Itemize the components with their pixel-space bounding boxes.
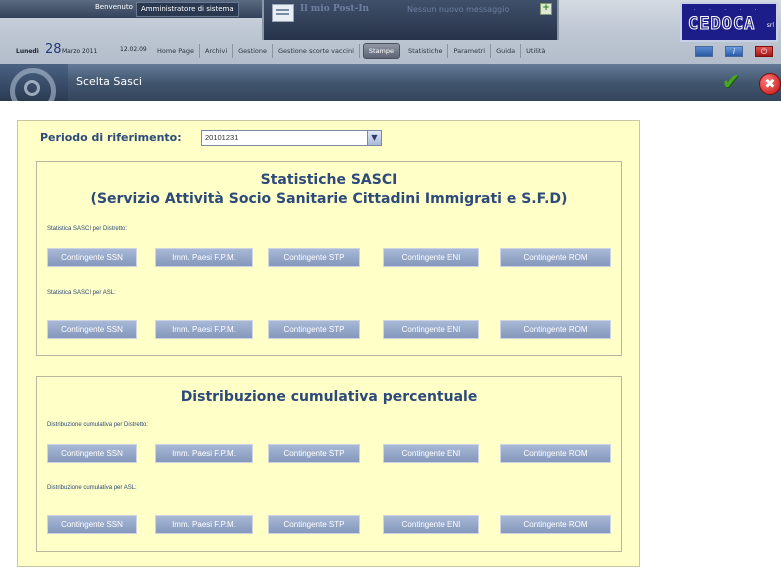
imm-paesi-fpm-button[interactable]: Imm. Paesi F.P.M. bbox=[155, 444, 253, 463]
section-subtitle: (Servizio Attività Socio Sanitarie Citta… bbox=[90, 191, 568, 207]
logo-dots: · · · · · bbox=[694, 7, 763, 13]
welcome-strip: Benvenuto Amministratore di sistema bbox=[0, 0, 262, 18]
menu-parametri[interactable]: Parametri bbox=[448, 44, 492, 58]
main-panel: Periodo di riferimento: 20101231 ▼ Stati… bbox=[17, 120, 640, 567]
period-label: Periodo di riferimento: bbox=[40, 131, 182, 144]
contingente-ssn-button[interactable]: Contingente SSN bbox=[47, 515, 137, 534]
contingente-stp-button[interactable]: Contingente STP bbox=[268, 320, 360, 339]
welcome-label: Benvenuto bbox=[95, 3, 133, 11]
contingente-rom-button[interactable]: Contingente ROM bbox=[500, 248, 611, 267]
date-month-year: Marzo 2011 bbox=[62, 48, 98, 55]
info-icon[interactable]: i bbox=[725, 46, 743, 57]
contingente-ssn-button[interactable]: Contingente SSN bbox=[47, 248, 137, 267]
contingente-rom-button[interactable]: Contingente ROM bbox=[500, 515, 611, 534]
contingente-eni-button[interactable]: Contingente ENI bbox=[383, 248, 479, 267]
postin-message: Nessun nuovo messaggio bbox=[407, 5, 510, 14]
label-per-asl: Distribuzione cumulativa per ASL: bbox=[47, 485, 137, 491]
imm-paesi-fpm-button[interactable]: Imm. Paesi F.P.M. bbox=[155, 248, 253, 267]
postin-title[interactable]: Il mio Post-In bbox=[300, 4, 369, 14]
contingente-ssn-button[interactable]: Contingente SSN bbox=[47, 320, 137, 339]
swirl-logo-icon bbox=[0, 64, 68, 101]
date-day: 28 bbox=[45, 42, 62, 57]
postin-panel[interactable]: Il mio Post-In Nessun nuovo messaggio + bbox=[262, 0, 559, 40]
contingente-eni-button[interactable]: Contingente ENI bbox=[383, 320, 479, 339]
main-menu: Home Page Archivi Gestione Gestione scor… bbox=[152, 42, 550, 60]
add-note-icon[interactable]: + bbox=[540, 3, 552, 15]
menu-gestione-scorte-vaccini[interactable]: Gestione scorte vaccini bbox=[273, 44, 360, 58]
menu-statistiche[interactable]: Statistiche bbox=[403, 44, 449, 58]
sasci-statistics-section: Statistiche SASCI (Servizio Attività Soc… bbox=[36, 161, 622, 356]
label-per-distretto: Distribuzione cumulativa per Distretto: bbox=[47, 422, 149, 428]
contingente-stp-button[interactable]: Contingente STP bbox=[268, 444, 360, 463]
tool-icons: i ⏻ bbox=[695, 46, 773, 57]
close-icon[interactable]: ✖ bbox=[759, 73, 781, 95]
menu-guida[interactable]: Guida bbox=[491, 44, 522, 58]
top-bar: Benvenuto Amministratore di sistema Il m… bbox=[0, 0, 781, 64]
page-title: Scelta Sasci bbox=[76, 75, 142, 88]
monitor-icon[interactable] bbox=[695, 46, 713, 57]
menu-home[interactable]: Home Page bbox=[152, 44, 200, 58]
menu-stampe[interactable]: Stampe bbox=[362, 43, 401, 59]
menu-archivi[interactable]: Archivi bbox=[200, 44, 234, 58]
date-weekday: Lunedì bbox=[16, 48, 39, 55]
period-value: 20101231 bbox=[205, 133, 239, 142]
period-select[interactable]: 20101231 ▼ bbox=[201, 130, 382, 146]
contingente-stp-button[interactable]: Contingente STP bbox=[268, 515, 360, 534]
logo-suffix: srl bbox=[766, 22, 774, 29]
section-title: Statistiche SASCI bbox=[260, 172, 398, 188]
menu-gestione[interactable]: Gestione bbox=[233, 44, 274, 58]
menu-utilita[interactable]: Utilità bbox=[521, 44, 550, 58]
cedoca-logo: · · · · · CEDOCA srl bbox=[680, 2, 778, 42]
current-user: Amministratore di sistema bbox=[136, 2, 239, 17]
imm-paesi-fpm-button[interactable]: Imm. Paesi F.P.M. bbox=[155, 515, 253, 534]
title-bar: Scelta Sasci ✔ ✖ bbox=[0, 64, 781, 101]
confirm-checkmark-icon[interactable]: ✔ bbox=[718, 71, 744, 95]
contingente-rom-button[interactable]: Contingente ROM bbox=[500, 320, 611, 339]
contingente-rom-button[interactable]: Contingente ROM bbox=[500, 444, 611, 463]
logo-text: CEDOCA bbox=[687, 14, 756, 35]
note-icon bbox=[272, 4, 294, 22]
cumulative-distribution-section: Distribuzione cumulativa percentuale Dis… bbox=[36, 376, 622, 552]
contingente-stp-button[interactable]: Contingente STP bbox=[268, 248, 360, 267]
contingente-ssn-button[interactable]: Contingente SSN bbox=[47, 444, 137, 463]
section-title: Distribuzione cumulativa percentuale bbox=[180, 389, 478, 405]
label-per-distretto: Statistica SASCI per Distretto: bbox=[47, 226, 128, 232]
contingente-eni-button[interactable]: Contingente ENI bbox=[383, 515, 479, 534]
power-icon[interactable]: ⏻ bbox=[755, 46, 773, 57]
label-per-asl: Statistica SASCI per ASL: bbox=[47, 290, 116, 296]
clock: 12.02.09 bbox=[120, 46, 147, 53]
contingente-eni-button[interactable]: Contingente ENI bbox=[383, 444, 479, 463]
chevron-down-icon[interactable]: ▼ bbox=[367, 131, 381, 145]
imm-paesi-fpm-button[interactable]: Imm. Paesi F.P.M. bbox=[155, 320, 253, 339]
